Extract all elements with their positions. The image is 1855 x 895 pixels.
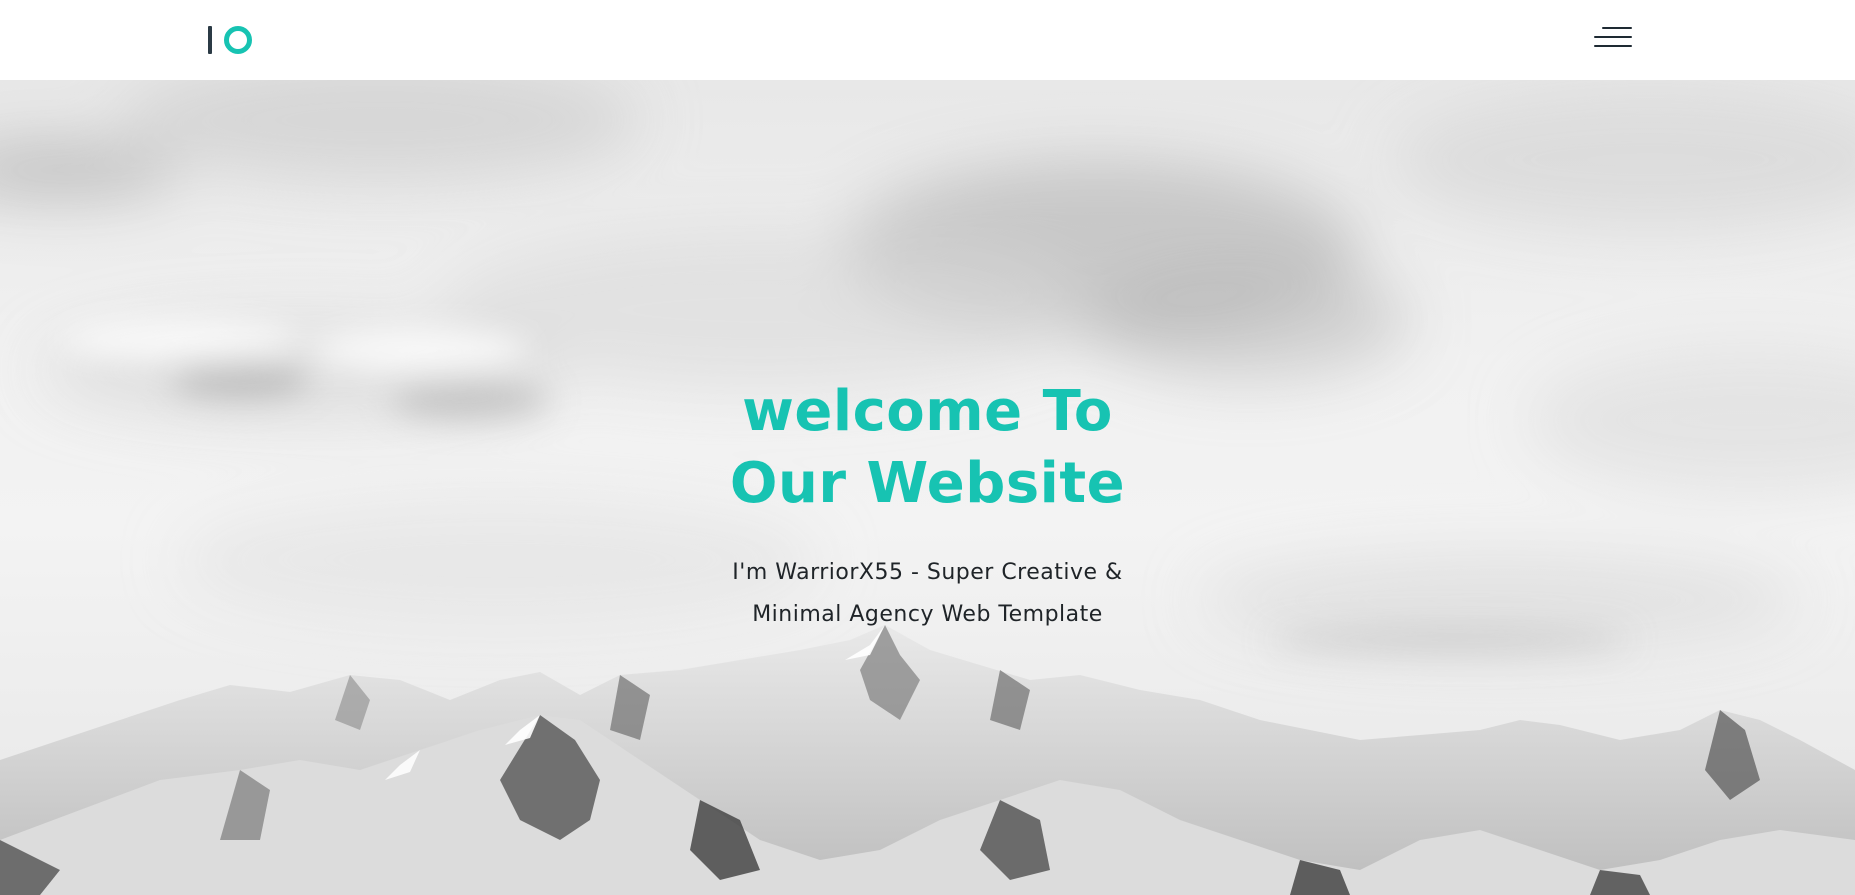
site-logo[interactable] [208,24,252,56]
menu-line [1594,45,1632,47]
logo-bar-mark [208,26,212,54]
hero-subtitle: I'm WarriorX55 - Super Creative & Minima… [732,560,1123,627]
hero-section: welcome To Our Website I'm WarriorX55 - … [0,80,1855,895]
site-header [0,0,1855,80]
hamburger-menu-icon[interactable] [1594,25,1632,49]
menu-line [1594,36,1632,38]
hero-content: welcome To Our Website I'm WarriorX55 - … [0,376,1855,636]
menu-line [1602,27,1632,29]
hero-title: welcome To Our Website [729,379,1126,516]
logo-ring-mark [224,26,252,54]
